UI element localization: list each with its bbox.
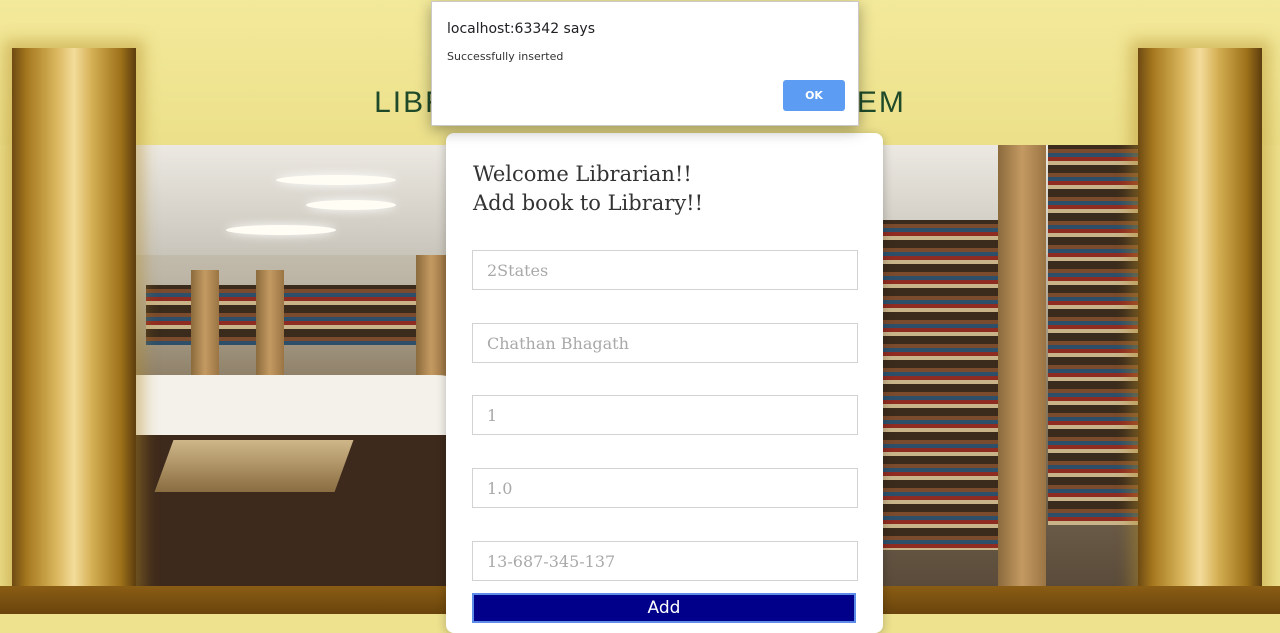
form-heading: Welcome Librarian!! Add book to Library!… [473, 162, 704, 215]
author-input[interactable] [472, 323, 858, 363]
left-gold-pillar [12, 48, 136, 588]
add-book-form: Welcome Librarian!! Add book to Library!… [446, 133, 883, 633]
add-button[interactable]: Add [472, 593, 856, 623]
book-name-input[interactable] [472, 250, 858, 290]
version-input[interactable] [472, 468, 858, 508]
quantity-input[interactable] [472, 395, 858, 435]
ok-button[interactable]: OK [783, 80, 845, 111]
alert-title: localhost:63342 says [447, 21, 595, 37]
isbn-input[interactable] [472, 541, 858, 581]
right-gold-pillar [1138, 48, 1262, 588]
alert-dialog: localhost:63342 says Successfully insert… [431, 1, 859, 126]
alert-message: Successfully inserted [447, 50, 564, 63]
